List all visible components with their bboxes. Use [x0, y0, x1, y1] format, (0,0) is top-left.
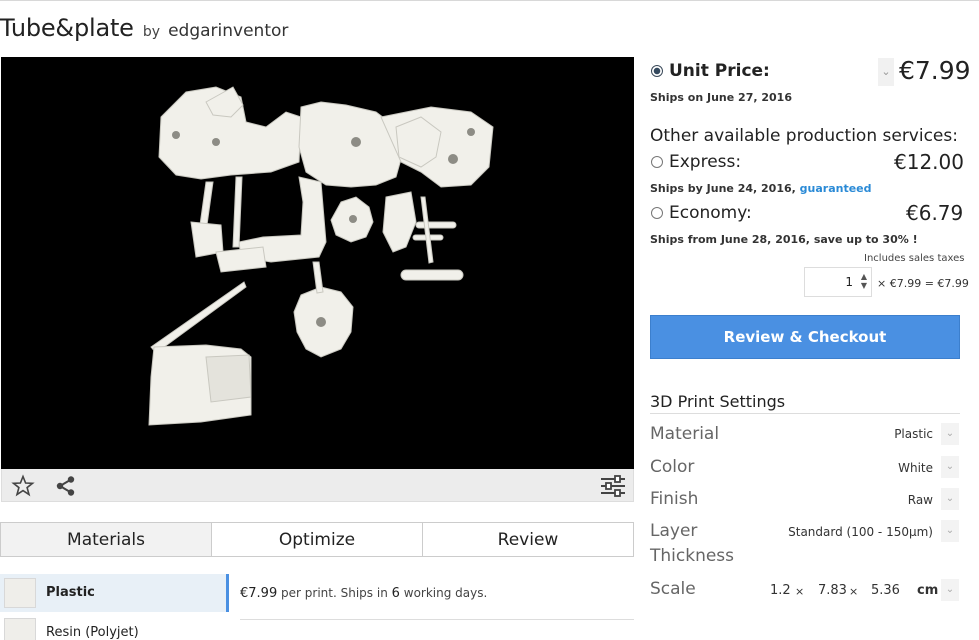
unit-price-label: Unit Price: [669, 61, 770, 81]
chevron-down-icon[interactable]: ⌄ [941, 456, 959, 478]
express-label: Express: [669, 152, 742, 172]
material-row: Plastic €7.99 per print. Ships in 6 work… [0, 574, 634, 612]
finish-setting-label: Finish [650, 489, 699, 509]
material-days-suffix: working days. [403, 586, 488, 600]
layer-setting-label: Layer Thickness [650, 519, 734, 569]
layer-setting-value[interactable]: Standard (100 - 150µm) [788, 525, 933, 539]
layer-label-line2: Thickness [650, 546, 735, 566]
express-price: €12.00 [894, 150, 964, 174]
tax-note: Includes sales taxes [864, 253, 965, 264]
unit-price-value: €7.99 [899, 56, 971, 85]
material-days: 6 [391, 586, 400, 601]
economy-radio[interactable] [651, 207, 663, 219]
material-price: €7.99 [240, 586, 278, 601]
scale-z-input[interactable]: 5.36 [871, 583, 900, 598]
color-setting-value[interactable]: White [898, 461, 933, 475]
price-calculation: × €7.99 = €7.99 [877, 277, 969, 290]
top-divider [0, 0, 979, 1]
model-name: Tube&plate [0, 14, 134, 42]
material-info: €7.99 per print. Ships in 6 working days… [240, 586, 487, 601]
economy-label: Economy: [669, 203, 752, 223]
material-option-resin[interactable]: Resin (Polyjet) [0, 614, 229, 640]
tab-bar: Materials Optimize Review [0, 522, 634, 557]
express-ships-date: Ships by June 24, 2016, [650, 182, 796, 195]
material-row: Resin (Polyjet) [0, 614, 634, 640]
material-setting-label: Material [650, 424, 720, 444]
guaranteed-link[interactable]: guaranteed [800, 182, 872, 195]
share-icon[interactable] [54, 474, 78, 498]
quantity-value: 1 [845, 275, 853, 289]
chevron-down-icon[interactable]: ⌄ [941, 423, 959, 445]
express-radio[interactable] [651, 156, 663, 168]
color-setting-label: Color [650, 457, 695, 477]
viewer-toolbar [1, 469, 634, 502]
chevron-down-icon[interactable]: ⌄ [878, 58, 894, 86]
settings-divider [650, 413, 960, 414]
review-checkout-button[interactable]: Review & Checkout [650, 315, 960, 359]
material-swatch [4, 578, 36, 608]
finish-setting-value[interactable]: Raw [908, 493, 933, 507]
material-name: Resin (Polyjet) [46, 625, 139, 640]
scale-times-sign: × [849, 585, 859, 598]
unit-ships-date: Ships on June 27, 2016 [650, 91, 792, 104]
material-setting-value[interactable]: Plastic [894, 427, 933, 441]
scale-x-input[interactable]: 1.2 [770, 583, 791, 598]
author-link[interactable]: edgarinventor [168, 21, 288, 41]
scale-times-sign: × [795, 585, 805, 598]
settings-sliders-icon[interactable] [600, 474, 625, 498]
scale-setting-label: Scale [650, 579, 696, 599]
tab-materials[interactable]: Materials [1, 523, 212, 556]
other-services-label: Other available production services: [650, 126, 958, 146]
material-name: Plastic [46, 585, 95, 600]
chevron-down-icon[interactable]: ⌄ [941, 579, 959, 601]
material-option-plastic[interactable]: Plastic [0, 574, 229, 612]
by-label: by [142, 24, 160, 40]
material-swatch [4, 618, 36, 640]
unit-price-radio[interactable] [651, 65, 663, 77]
quantity-stepper[interactable]: 1 ▲ ▼ [804, 267, 872, 297]
tab-review[interactable]: Review [423, 523, 633, 556]
chevron-down-icon[interactable]: ⌄ [941, 520, 959, 542]
material-per-print: per print. Ships in [281, 586, 388, 600]
economy-ships: Ships from June 28, 2016, save up to 30%… [650, 233, 918, 246]
express-ships: Ships by June 24, 2016, guaranteed [650, 182, 872, 195]
scale-unit-select[interactable]: cm [917, 583, 938, 598]
model-render [148, 86, 494, 426]
scale-y-input[interactable]: 7.83 [818, 583, 847, 598]
tab-optimize[interactable]: Optimize [212, 523, 423, 556]
economy-price: €6.79 [906, 201, 964, 225]
stepper-arrows-icon[interactable]: ▲ ▼ [861, 272, 867, 290]
star-icon[interactable] [11, 474, 35, 498]
page-title: Tube&plate by edgarinventor [0, 14, 288, 42]
model-viewer[interactable] [1, 57, 634, 469]
chevron-down-icon[interactable]: ⌄ [941, 488, 959, 510]
settings-title: 3D Print Settings [650, 392, 786, 411]
layer-label-line1: Layer [650, 521, 698, 541]
